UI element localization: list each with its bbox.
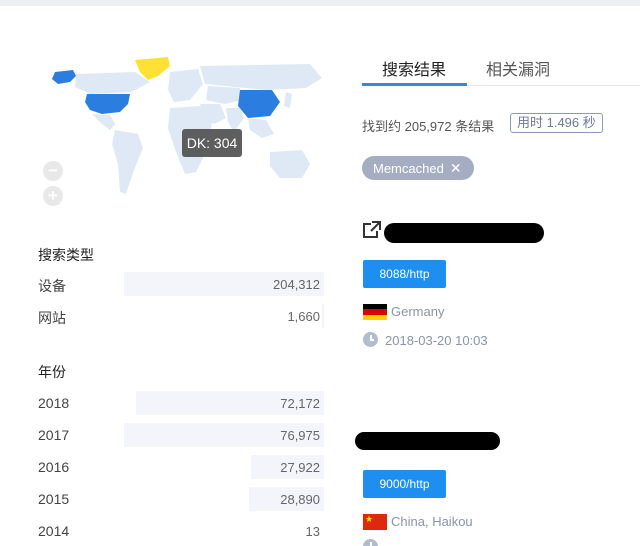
stat-label: 2014 (38, 523, 70, 539)
stat-row-2015[interactable]: 2015 28,890 (38, 487, 324, 511)
elapsed-time-badge: 用时 1.496 秒 (510, 113, 603, 133)
port-service-button[interactable]: 8088/http (363, 260, 446, 288)
stat-row-2016[interactable]: 2016 27,922 (38, 455, 324, 479)
stat-row-device[interactable]: 设备 204,312 (38, 272, 324, 296)
stat-label: 2018 (38, 395, 70, 411)
clock-icon (363, 539, 378, 546)
map-region-central-asia (206, 86, 242, 104)
map-region-canada (75, 72, 150, 94)
clock-icon (363, 332, 378, 347)
zoom-out-button[interactable]: − (43, 161, 63, 181)
tab-related-vulnerabilities[interactable]: 相关漏洞 (486, 56, 550, 80)
china-flag-icon: ★ (363, 514, 387, 530)
stat-label: 2016 (38, 459, 70, 475)
zoom-in-button[interactable]: + (43, 186, 63, 206)
result-country[interactable]: Germany (391, 304, 444, 319)
map-region-central-america (92, 114, 115, 130)
world-map-svg[interactable] (40, 52, 325, 202)
map-region-china (238, 90, 280, 118)
stat-value: 27,922 (280, 460, 320, 475)
stat-value: 72,172 (280, 396, 320, 411)
stat-row-2014[interactable]: 2014 13 (38, 519, 324, 543)
stat-value: 28,890 (280, 492, 320, 507)
stat-value: 76,975 (280, 428, 320, 443)
stat-label: 2015 (38, 491, 70, 507)
map-region-alaska (52, 70, 76, 84)
stat-row-website[interactable]: 网站 1,660 (38, 304, 324, 328)
result-tabs: 搜索结果 相关漏洞 (362, 50, 640, 86)
redacted-host-title (355, 432, 500, 450)
stat-row-2018[interactable]: 2018 72,172 (38, 391, 324, 415)
filter-tag-label: Memcached (373, 161, 444, 176)
port-service-button[interactable]: 9000/http (363, 470, 446, 498)
stat-value: 1,660 (287, 309, 320, 324)
stat-row-2017[interactable]: 2017 76,975 (38, 423, 324, 447)
active-tab-indicator (362, 83, 467, 86)
filter-tag-memcached[interactable]: Memcached ✕ (362, 156, 474, 180)
stat-value: 13 (305, 524, 320, 539)
map-region-russia (200, 64, 322, 90)
stat-value: 204,312 (273, 277, 320, 292)
stat-label: 设备 (38, 278, 66, 294)
redacted-host-title (384, 223, 544, 243)
world-map[interactable] (40, 52, 325, 202)
tab-search-results[interactable]: 搜索结果 (382, 56, 446, 80)
map-tooltip: DK: 304 (182, 129, 242, 157)
stat-label: 2017 (38, 427, 70, 443)
result-count: 找到约 205,972 条结果 (362, 119, 495, 134)
search-type-title: 搜索类型 (38, 247, 94, 263)
result-country[interactable]: China, Haikou (391, 514, 473, 529)
stat-bar (322, 304, 324, 328)
map-region-europe (168, 69, 203, 102)
map-region-japan (284, 92, 292, 108)
top-bar (0, 0, 640, 6)
map-region-usa (85, 94, 130, 114)
germany-flag-icon (363, 304, 387, 320)
result-timestamp: 2018-03-20 10:03 (385, 333, 488, 348)
year-title: 年份 (38, 364, 66, 380)
stat-label: 网站 (38, 310, 66, 326)
map-region-southeast-asia (248, 118, 274, 138)
map-region-south-america (112, 130, 143, 194)
close-icon[interactable]: ✕ (450, 160, 462, 176)
map-region-australia (270, 150, 310, 178)
external-link-icon[interactable] (362, 220, 382, 240)
